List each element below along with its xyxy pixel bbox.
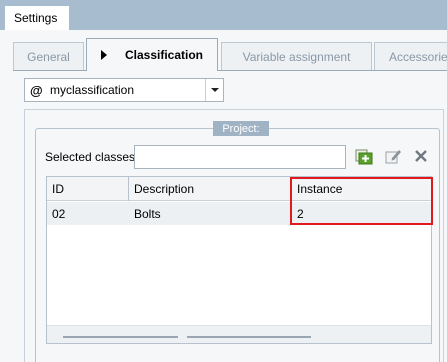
cell-instance[interactable]: 2 <box>292 202 431 225</box>
column-header-id[interactable]: ID <box>47 177 129 201</box>
close-icon <box>415 150 427 162</box>
column-header-instance[interactable]: Instance <box>292 177 431 201</box>
table-header: ID Description Instance <box>47 177 431 201</box>
classes-table[interactable]: ID Description Instance 02 Bolts 2 <box>46 176 432 344</box>
footer-divider-right <box>187 336 311 338</box>
cell-description: Bolts <box>134 206 161 221</box>
add-class-button[interactable] <box>354 146 374 166</box>
tab-variable-assignment[interactable]: Variable assignment <box>221 42 372 70</box>
tab-accessories-label: Accessories <box>389 49 447 64</box>
column-header-description[interactable]: Description <box>129 177 292 201</box>
project-group-label: Project: <box>213 121 269 136</box>
selected-classes-input[interactable] <box>134 145 346 169</box>
tab-classification[interactable]: Classification <box>86 38 218 71</box>
settings-title-tab[interactable]: Settings <box>4 5 70 30</box>
table-row[interactable]: 02 Bolts 2 <box>47 202 431 225</box>
footer-divider-left <box>63 336 178 338</box>
classification-at-icon: @ <box>30 82 43 98</box>
tab-accessories[interactable]: Accessories <box>374 42 447 70</box>
classification-value: myclassification <box>50 83 135 97</box>
add-icon <box>355 149 373 165</box>
cell-id: 02 <box>52 206 66 221</box>
chevron-down-icon <box>210 88 219 92</box>
tab-variable-assignment-label: Variable assignment <box>242 49 351 64</box>
selected-arrow-icon <box>100 50 107 60</box>
tab-general[interactable]: General <box>13 42 84 70</box>
tab-general-label: General <box>27 49 70 64</box>
delete-class-button[interactable] <box>411 146 431 166</box>
edit-icon <box>385 150 401 164</box>
tab-classification-label: Classification <box>124 48 204 62</box>
classification-dropdown[interactable]: @ myclassification <box>24 78 224 102</box>
edit-class-button[interactable] <box>383 146 403 166</box>
table-footer <box>47 325 431 343</box>
tab-strip-divider <box>13 70 447 71</box>
title-bar: Settings <box>0 0 447 30</box>
dropdown-toggle[interactable] <box>205 79 223 101</box>
selected-classes-label: Selected classes <box>45 150 136 164</box>
